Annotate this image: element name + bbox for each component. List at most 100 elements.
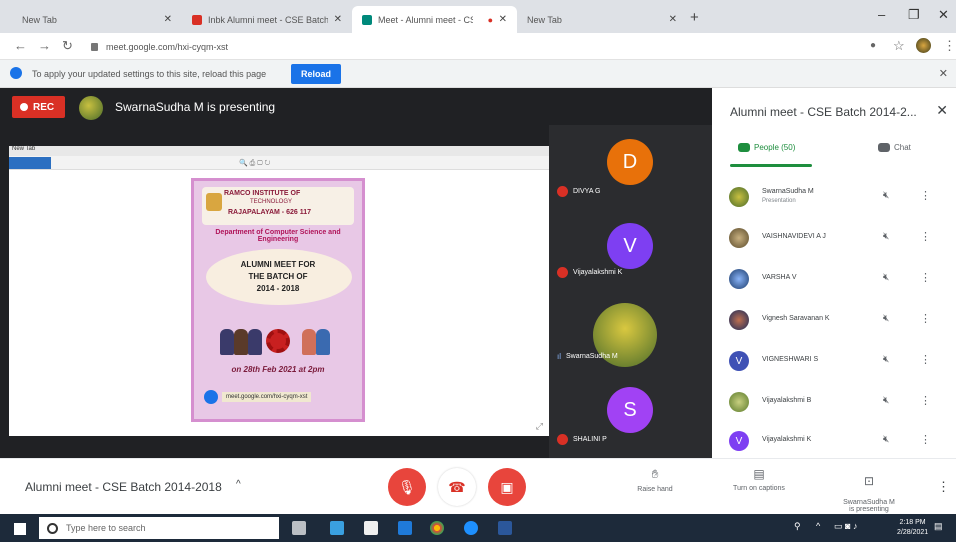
captions-button[interactable]: ▤ Turn on captions (714, 467, 804, 492)
mic-off-icon[interactable]: 🔇︎ (883, 313, 889, 324)
panel-close-icon[interactable]: ✕ (936, 102, 948, 119)
mic-off-icon[interactable]: 🔇︎ (883, 395, 889, 406)
avatar (729, 392, 749, 412)
raise-hand-label: Raise hand (637, 486, 673, 493)
browser-menu-icon[interactable]: ⋮ (943, 38, 956, 54)
url-field[interactable]: meet.google.com/hxi-cyqm-xst (85, 37, 875, 57)
participant-row[interactable]: V VIGNESHWARI S 🔇︎ ⋮ (712, 342, 956, 382)
window-close-button[interactable]: ✕ (938, 7, 949, 23)
poster-date: on 28th Feb 2021 at 2pm (231, 365, 325, 374)
more-options-icon[interactable]: ⋮ (937, 479, 950, 495)
taskbar-search-input[interactable]: Type here to search (39, 517, 279, 539)
mic-off-icon[interactable]: 🔇︎ (883, 190, 889, 201)
participant-name: Vijayalakshmi K (762, 436, 812, 443)
tab-chat-label: Chat (894, 143, 911, 152)
store-icon[interactable] (364, 521, 378, 535)
address-bar-row: ← → ↻ meet.google.com/hxi-cyqm-xst ● ☆ ⋮ (0, 33, 956, 60)
participant-row[interactable]: VAISHNAVIDEVI A J 🔇︎ ⋮ (712, 219, 956, 259)
new-tab-button[interactable]: + (690, 9, 699, 26)
raise-hand-button[interactable]: ✋︎ Raise hand (610, 467, 700, 493)
reload-icon[interactable]: ↻ (62, 38, 73, 54)
viewer-tools-icon: 🔍 ⎙ ▢ ↻ (239, 160, 271, 167)
participant-row[interactable]: Vijayalakshmi B 🔇︎ ⋮ (712, 383, 956, 423)
restore-button[interactable]: ❐ (908, 7, 920, 23)
tab-people-label: People (50) (754, 143, 796, 152)
participant-row[interactable]: SwarnaSudha M Presentation 🔇︎ ⋮ (712, 178, 956, 218)
more-options-icon[interactable]: ⋮ (920, 189, 931, 202)
gmail-icon (192, 14, 202, 25)
minimize-button[interactable]: – (878, 7, 885, 22)
more-options-icon[interactable]: ⋮ (920, 230, 931, 243)
participant-row[interactable]: V Vijayalakshmi K 🔇︎ ⋮ (712, 422, 956, 462)
chevron-up-icon[interactable]: ^ (236, 479, 241, 490)
people-icon (220, 329, 234, 355)
tile-name-shalini: SHALINI P (557, 434, 607, 445)
poster-main-line1: ALUMNI MEET FOR (240, 260, 316, 269)
tile-label: DIVYA G (573, 188, 601, 195)
windows-start-icon[interactable] (14, 523, 26, 535)
tab-title: New Tab (22, 14, 57, 25)
presenting-button[interactable]: ⊡ SwarnaSudha M is presenting (824, 467, 914, 513)
task-view-icon[interactable] (292, 521, 306, 535)
close-icon[interactable]: ✕ (499, 14, 507, 25)
more-options-icon[interactable]: ⋮ (920, 271, 931, 284)
present-screen-icon: ⊡ (863, 474, 875, 488)
more-options-icon[interactable]: ⋮ (920, 433, 931, 446)
people-icon[interactable]: ⚲ (794, 521, 801, 532)
meet-icon (204, 390, 218, 404)
presenting-label: SwarnaSudha M is presenting (843, 499, 895, 513)
mail-icon[interactable] (398, 521, 412, 535)
tab-meet[interactable]: Meet - Alumni meet - CSE B ● ✕ (352, 6, 517, 33)
alumni-meet-poster: RAMCO INSTITUTE OF TECHNOLOGY RAJAPALAYA… (191, 178, 365, 422)
back-button[interactable]: ← (14, 38, 27, 53)
tile-label: SwarnaSudha M (566, 353, 618, 360)
tab-chat[interactable]: Chat (878, 143, 911, 152)
close-icon[interactable]: ✕ (164, 14, 172, 25)
avatar: V (729, 351, 749, 371)
app-icon[interactable] (498, 521, 512, 535)
more-options-icon[interactable]: ⋮ (920, 353, 931, 366)
tab-people[interactable]: People (50) (738, 143, 795, 152)
participant-row[interactable]: VARSHA V 🔇︎ ⋮ (712, 260, 956, 300)
more-options-icon[interactable]: ⋮ (920, 312, 931, 325)
mic-off-icon[interactable]: 🔇︎ (883, 434, 889, 445)
microphone-icon[interactable] (262, 523, 270, 533)
tile-avatar-vijayalakshmi: V (607, 223, 653, 269)
mic-off-icon[interactable]: 🔇︎ (883, 231, 889, 242)
reload-button[interactable]: Reload (291, 64, 341, 84)
forward-button[interactable]: → (38, 38, 51, 53)
presenter-avatar (79, 96, 103, 120)
participant-name: SwarnaSudha M (762, 188, 814, 195)
poster-main-text: ALUMNI MEET FOR THE BATCH OF 2014 - 2018 (202, 259, 354, 295)
key-icon[interactable]: ● (870, 40, 876, 51)
people-icon (302, 329, 316, 355)
tab-gmail[interactable]: Inbk Alumni meet - CSE Batch 2014 ✕ (182, 6, 352, 33)
edge-icon[interactable] (464, 521, 478, 535)
app-icon[interactable] (330, 521, 344, 535)
profile-avatar[interactable] (916, 38, 931, 53)
tray-icons[interactable]: ▭ ◙ ♪ (834, 521, 857, 532)
tab-new-tab-2[interactable]: New Tab ✕ (517, 6, 687, 33)
taskbar-clock[interactable]: 2:18 PM 2/28/2021 (897, 518, 928, 538)
close-icon[interactable]: ✕ (334, 14, 342, 25)
close-icon[interactable]: ✕ (669, 14, 677, 25)
mic-off-icon[interactable]: 🔇︎ (883, 354, 889, 365)
mic-off-icon[interactable]: 🔇︎ (883, 272, 889, 283)
mic-toggle-button[interactable]: 🎙︎ (388, 468, 426, 506)
tile-label: Vijayalakshmi K (573, 269, 623, 276)
tab-new-tab-1[interactable]: New Tab ✕ (12, 6, 182, 33)
leave-call-button[interactable]: ☎︎ (438, 468, 476, 506)
expand-icon[interactable]: ⤢ (536, 421, 543, 432)
chevron-up-icon[interactable]: ^ (816, 521, 820, 531)
participant-tiles: D DIVYA G V Vijayalakshmi K ıl SwarnaSud… (549, 125, 712, 458)
camera-toggle-button[interactable]: ▣ (488, 468, 526, 506)
bookmark-star-icon[interactable]: ☆ (893, 38, 905, 54)
avatar (729, 228, 749, 248)
rec-label: REC (33, 101, 55, 113)
more-options-icon[interactable]: ⋮ (920, 394, 931, 407)
notification-icon[interactable]: ▤ (934, 521, 943, 532)
chrome-icon[interactable] (430, 521, 444, 535)
tile-avatar-divya: D (607, 139, 653, 185)
infobar-close-icon[interactable]: ✕ (939, 67, 948, 80)
participant-row[interactable]: Vignesh Saravanan K 🔇︎ ⋮ (712, 301, 956, 341)
